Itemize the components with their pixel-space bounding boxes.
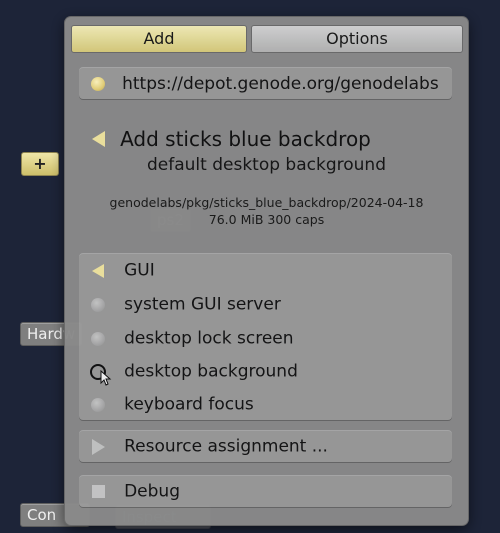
mouse-pointer-icon — [100, 370, 112, 386]
package-subtitle: default desktop background — [147, 155, 386, 175]
radio-unselected-icon — [91, 297, 105, 312]
gui-option-desktop-background[interactable]: desktop background — [89, 358, 298, 386]
gui-option-keyboard-focus[interactable]: keyboard focus — [89, 391, 254, 417]
tab-options[interactable]: Options — [251, 25, 463, 53]
debug-label: Debug — [124, 481, 180, 502]
radio-selected-icon — [91, 76, 105, 91]
debug-row[interactable]: Debug — [79, 475, 452, 507]
package-resources: 76.0 MiB 300 caps — [208, 212, 325, 227]
radio-unselected-icon — [91, 397, 105, 412]
gui-section-header[interactable]: GUI — [89, 257, 155, 283]
checkbox-icon[interactable] — [91, 485, 105, 498]
expand-arrow-icon — [91, 438, 105, 455]
package-path: genodelabs/pkg/sticks_blue_backdrop/2024… — [109, 195, 424, 210]
back-arrow-icon[interactable] — [92, 131, 105, 147]
add-component-button[interactable]: + — [21, 152, 59, 176]
depot-url-label: https://depot.genode.org/genodelabs — [122, 73, 439, 94]
resource-assignment-row[interactable]: Resource assignment ... — [79, 430, 452, 462]
package-header: Add sticks blue backdrop — [92, 127, 371, 151]
gui-option-desktop-lock-screen[interactable]: desktop lock screen — [89, 325, 294, 351]
package-title: Add sticks blue backdrop — [120, 127, 371, 151]
collapse-arrow-icon — [92, 263, 104, 278]
gui-section-label: GUI — [124, 260, 155, 281]
resource-assignment-label: Resource assignment ... — [124, 436, 328, 457]
radio-unselected-icon — [91, 331, 105, 346]
add-dialog: Add Options https://depot.genode.org/gen… — [65, 17, 468, 525]
tab-add[interactable]: Add — [71, 25, 247, 53]
gui-option-system-gui-server[interactable]: system GUI server — [89, 291, 281, 317]
gui-section: GUI system GUI server desktop lock scree… — [79, 253, 452, 420]
depot-source-row[interactable]: https://depot.genode.org/genodelabs — [79, 67, 452, 99]
